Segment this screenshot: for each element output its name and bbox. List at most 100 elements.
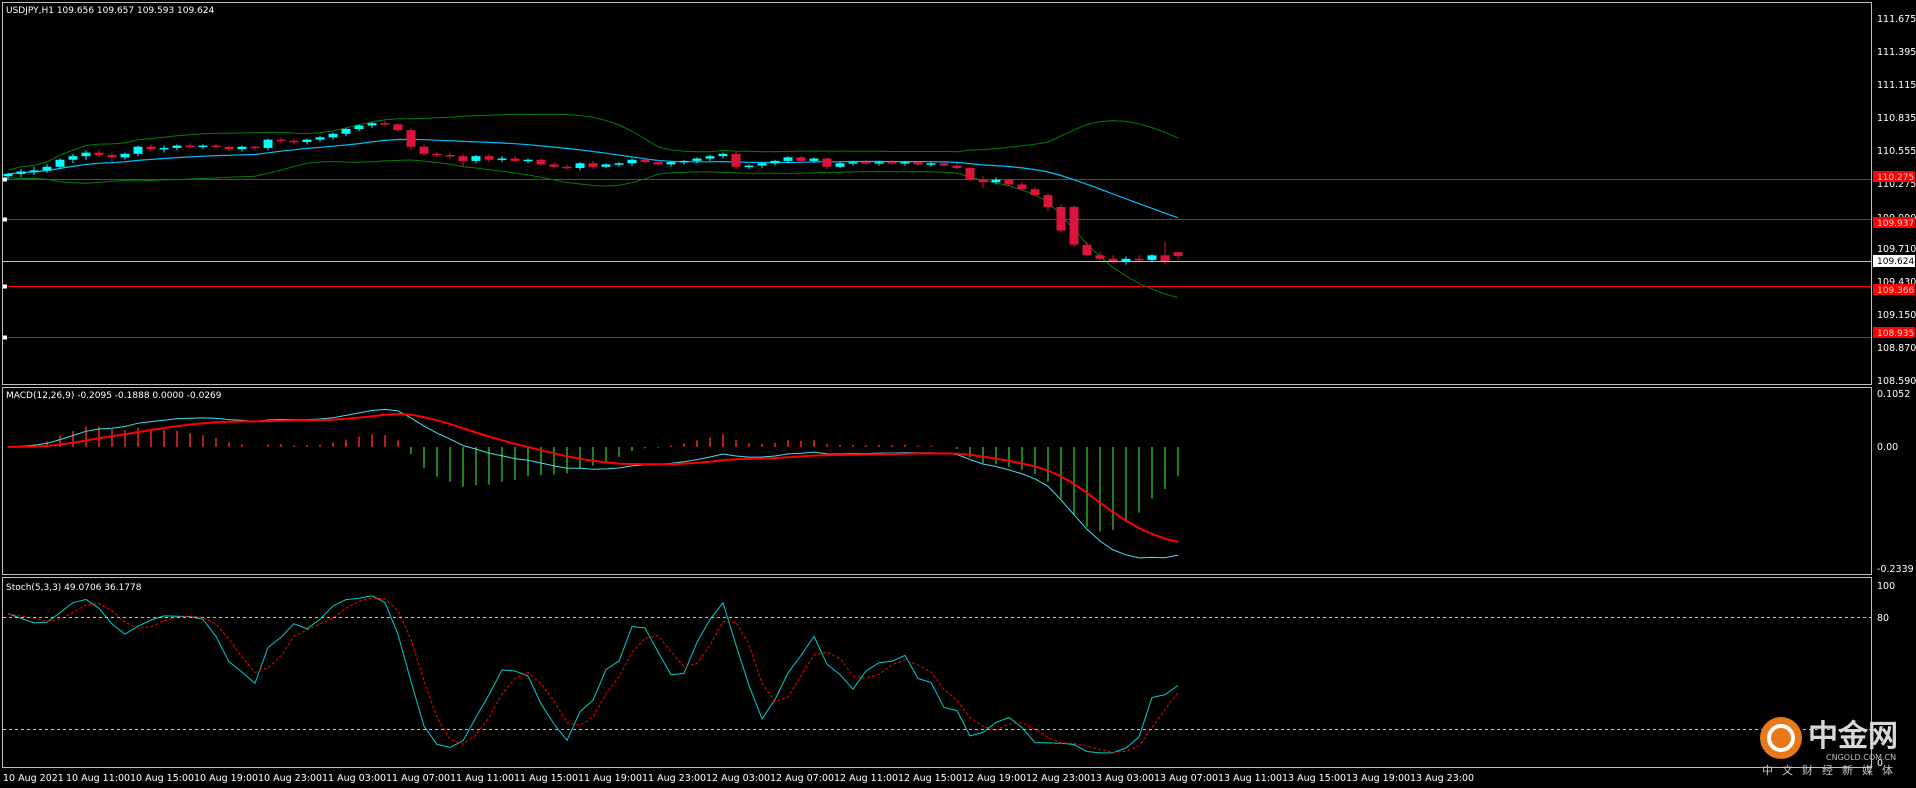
candle-body — [276, 139, 286, 142]
level-anchor — [3, 335, 7, 340]
candle-body — [419, 146, 429, 154]
stoch-axis-100: 100 — [1877, 581, 1895, 592]
price-tick: 109.710 — [1877, 244, 1916, 255]
candle-body — [133, 146, 143, 154]
candle-body — [939, 163, 949, 166]
candle-body — [1121, 258, 1131, 262]
candle-body — [1043, 195, 1053, 207]
candle-body — [1004, 179, 1014, 185]
time-tick: 12 Aug 19:00 — [962, 773, 1026, 784]
price-tick: 108.870 — [1877, 343, 1916, 354]
time-tick: 10 Aug 11:00 — [66, 773, 130, 784]
candle-body — [978, 179, 988, 183]
candle-body — [991, 179, 1001, 183]
candle-body — [614, 163, 624, 165]
stoch-axis-80: 80 — [1877, 613, 1889, 624]
candle-body — [705, 156, 715, 159]
candle-body — [107, 154, 117, 158]
candle-body — [874, 162, 884, 164]
price-tick: 109.150 — [1877, 310, 1916, 321]
time-tick: 12 Aug 03:00 — [706, 773, 770, 784]
candle-body — [42, 166, 52, 171]
macd-axis-bottom: -0.2339 — [1877, 564, 1914, 575]
candle-body — [965, 167, 975, 180]
candle-body — [575, 163, 585, 168]
macd-label: MACD(12,26,9) -0.2095 -0.1888 0.0000 -0.… — [6, 391, 222, 401]
price-tick: 110.835 — [1877, 113, 1916, 124]
candle-body — [159, 147, 169, 150]
candle-body — [562, 166, 572, 169]
candle-body — [211, 145, 221, 148]
watermark-domain: CNGOLD.COM.CN — [1826, 753, 1896, 762]
candle-body — [29, 170, 39, 172]
candle-body — [328, 133, 338, 138]
candle-body — [1069, 206, 1079, 245]
time-tick: 10 Aug 15:00 — [130, 773, 194, 784]
stoch-label: Stoch(5,3,3) 49.0706 36.1778 — [6, 583, 142, 593]
time-tick: 10 Aug 23:00 — [258, 773, 322, 784]
candle-body — [744, 165, 754, 168]
watermark-logo-icon — [1760, 717, 1802, 759]
time-tick: 13 Aug 19:00 — [1346, 773, 1410, 784]
time-tick: 12 Aug 11:00 — [834, 773, 898, 784]
candle-body — [3, 173, 13, 177]
candle-body — [783, 157, 793, 161]
candle-body — [94, 152, 104, 155]
current-price-tag: 109.624 — [1877, 257, 1914, 267]
candle-body — [16, 171, 26, 174]
candle-body — [1147, 255, 1157, 261]
time-tick: 11 Aug 19:00 — [578, 773, 642, 784]
level-anchor — [3, 217, 7, 222]
candle-body — [601, 164, 611, 167]
candle-body — [172, 145, 182, 148]
candle-body — [510, 158, 520, 161]
candle-body — [55, 159, 65, 167]
time-tick: 13 Aug 07:00 — [1154, 773, 1218, 784]
chart-background — [0, 0, 1916, 788]
candle-body — [484, 156, 494, 160]
level-tag-108-935: 108.935 — [1877, 329, 1914, 339]
time-tick: 11 Aug 07:00 — [386, 773, 450, 784]
candle-body — [757, 163, 767, 166]
time-tick: 10 Aug 19:00 — [194, 773, 258, 784]
price-tick: 110.555 — [1877, 146, 1916, 157]
level-tag-110-275: 110.275 — [1877, 173, 1914, 183]
time-tick: 11 Aug 11:00 — [450, 773, 514, 784]
candle-body — [302, 139, 312, 143]
level-tag-109-366: 109.366 — [1877, 286, 1914, 296]
candle-body — [354, 125, 364, 130]
candle-body — [367, 123, 377, 126]
candle-body — [1056, 206, 1066, 231]
time-tick: 12 Aug 07:00 — [770, 773, 834, 784]
candle-body — [198, 145, 208, 148]
candle-body — [263, 139, 273, 148]
candle-body — [497, 158, 507, 161]
candle-body — [640, 159, 650, 163]
candle-body — [549, 164, 559, 167]
candle-body — [731, 153, 741, 167]
candle-body — [653, 162, 663, 165]
candle-body — [81, 152, 91, 157]
candle-body — [1173, 252, 1183, 256]
candle-body — [289, 140, 299, 143]
candle-body — [237, 146, 247, 150]
watermark-brand: 中金网 — [1808, 719, 1898, 754]
trading-chart[interactable]: USDJPY,H1 109.656 109.657 109.593 109.62… — [0, 0, 1916, 788]
time-tick: 11 Aug 23:00 — [642, 773, 706, 784]
time-tick: 13 Aug 15:00 — [1282, 773, 1346, 784]
candle-body — [120, 153, 130, 158]
candle-body — [458, 156, 468, 161]
time-tick: 13 Aug 23:00 — [1410, 773, 1474, 784]
macd-axis-zero: 0.00 — [1877, 442, 1898, 453]
candle-body — [913, 162, 923, 165]
time-tick: 11 Aug 15:00 — [514, 773, 578, 784]
candle-body — [406, 130, 416, 147]
candle-body — [588, 163, 598, 167]
candle-body — [315, 137, 325, 140]
candle-body — [1017, 184, 1027, 190]
candle-body — [809, 158, 819, 161]
candle-body — [666, 162, 676, 165]
time-tick: 12 Aug 23:00 — [1026, 773, 1090, 784]
time-tick: 11 Aug 03:00 — [322, 773, 386, 784]
candle-body — [68, 156, 78, 160]
